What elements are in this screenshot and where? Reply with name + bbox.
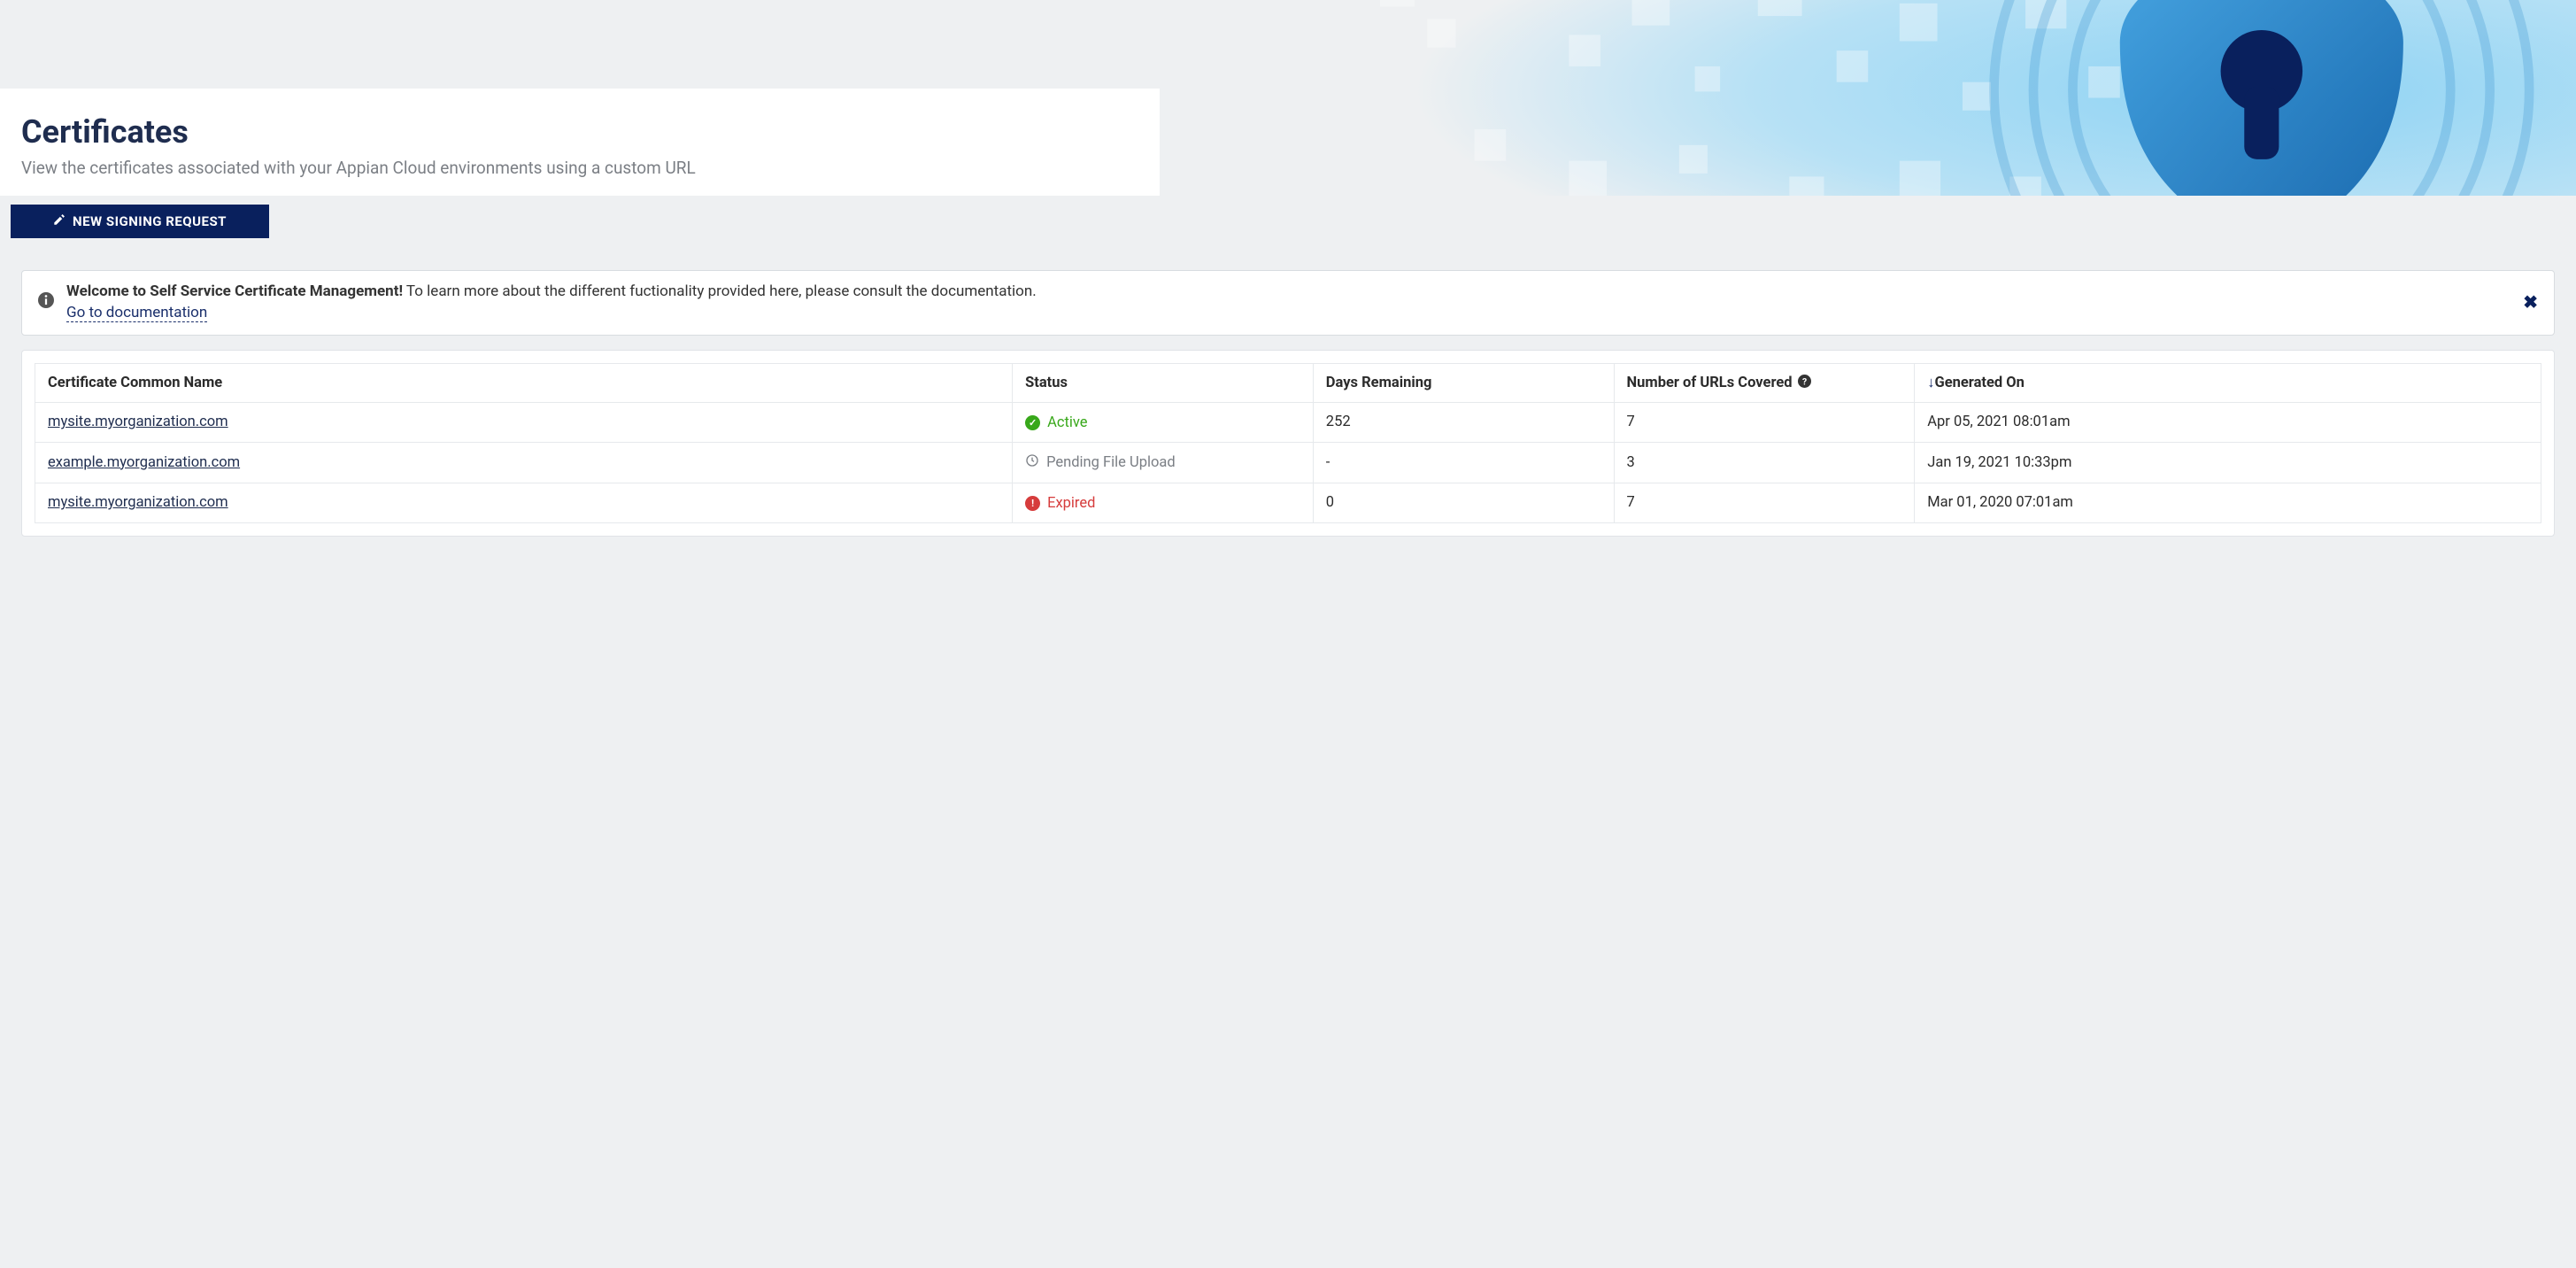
clock-icon (1025, 453, 1039, 472)
col-header-days-label: Days Remaining (1326, 375, 1432, 391)
page-title: Certificates (21, 113, 2555, 151)
new-signing-request-label: NEW SIGNING REQUEST (73, 213, 227, 229)
status-text: Pending File Upload (1046, 454, 1176, 471)
col-header-name-label: Certificate Common Name (48, 375, 222, 391)
cell-status: ! Expired (1013, 483, 1314, 522)
col-header-generated-label: Generated On (1934, 375, 2024, 391)
top-spacer (0, 0, 2576, 89)
status-text: Active (1047, 414, 1087, 431)
certificate-link[interactable]: mysite.myorganization.com (48, 414, 228, 430)
cell-status: Pending File Upload (1013, 442, 1314, 483)
check-circle-icon: ✓ (1025, 415, 1040, 430)
documentation-link[interactable]: Go to documentation (66, 304, 207, 322)
table-row: mysite.myorganization.com ✓ Active 2527Apr … (35, 402, 2541, 442)
col-header-generated[interactable]: ↓ Generated On (1915, 363, 2541, 402)
banner-body: Welcome to Self Service Certificate Mana… (66, 282, 2510, 324)
banner-bold-text: Welcome to Self Service Certificate Mana… (66, 282, 403, 300)
svg-text:?: ? (1801, 375, 1806, 387)
col-header-status[interactable]: Status (1013, 363, 1314, 402)
table-row: example.myorganization.com Pending File U… (35, 442, 2541, 483)
page-header: Certificates View the certificates assoc… (0, 89, 2576, 196)
close-icon: ✖ (2523, 293, 2538, 313)
cell-days: 252 (1313, 402, 1614, 442)
help-icon[interactable]: ? (1798, 375, 1811, 391)
col-header-name[interactable]: Certificate Common Name (35, 363, 1013, 402)
cell-status: ✓ Active (1013, 402, 1314, 442)
table-row: mysite.myorganization.com! Expired 07Mar 0… (35, 483, 2541, 522)
new-signing-request-button[interactable]: NEW SIGNING REQUEST (11, 205, 269, 238)
col-header-urls-label: Number of URLs Covered (1627, 375, 1793, 391)
certificates-table: Certificate Common Name Status Days Rema… (35, 363, 2541, 523)
info-banner: Welcome to Self Service Certificate Mana… (21, 270, 2555, 336)
cell-days: 0 (1313, 483, 1614, 522)
status-text: Expired (1047, 495, 1095, 512)
certificates-table-card: Certificate Common Name Status Days Rema… (21, 350, 2555, 537)
close-banner-button[interactable]: ✖ (2523, 291, 2538, 313)
alert-circle-icon: ! (1025, 496, 1040, 511)
cell-urls: 3 (1614, 442, 1915, 483)
cell-generated: Mar 01, 2020 07:01am (1915, 483, 2541, 522)
page-subtitle: View the certificates associated with yo… (21, 158, 2555, 178)
action-bar: NEW SIGNING REQUEST (0, 196, 2576, 247)
banner-text: To learn more about the different fuctio… (403, 282, 1037, 300)
cell-days: - (1313, 442, 1614, 483)
cell-urls: 7 (1614, 483, 1915, 522)
cell-generated: Apr 05, 2021 08:01am (1915, 402, 2541, 442)
cell-urls: 7 (1614, 402, 1915, 442)
col-header-days[interactable]: Days Remaining (1313, 363, 1614, 402)
cell-name: mysite.myorganization.com (35, 483, 1013, 522)
certificate-link[interactable]: mysite.myorganization.com (48, 494, 228, 511)
col-header-urls[interactable]: Number of URLs Covered ? (1614, 363, 1915, 402)
cell-name: mysite.myorganization.com (35, 402, 1013, 442)
cell-name: example.myorganization.com (35, 442, 1013, 483)
certificate-link[interactable]: example.myorganization.com (48, 454, 240, 471)
info-icon (38, 292, 54, 313)
cell-generated: Jan 19, 2021 10:33pm (1915, 442, 2541, 483)
pencil-icon (53, 213, 66, 229)
col-header-status-label: Status (1025, 375, 1068, 391)
